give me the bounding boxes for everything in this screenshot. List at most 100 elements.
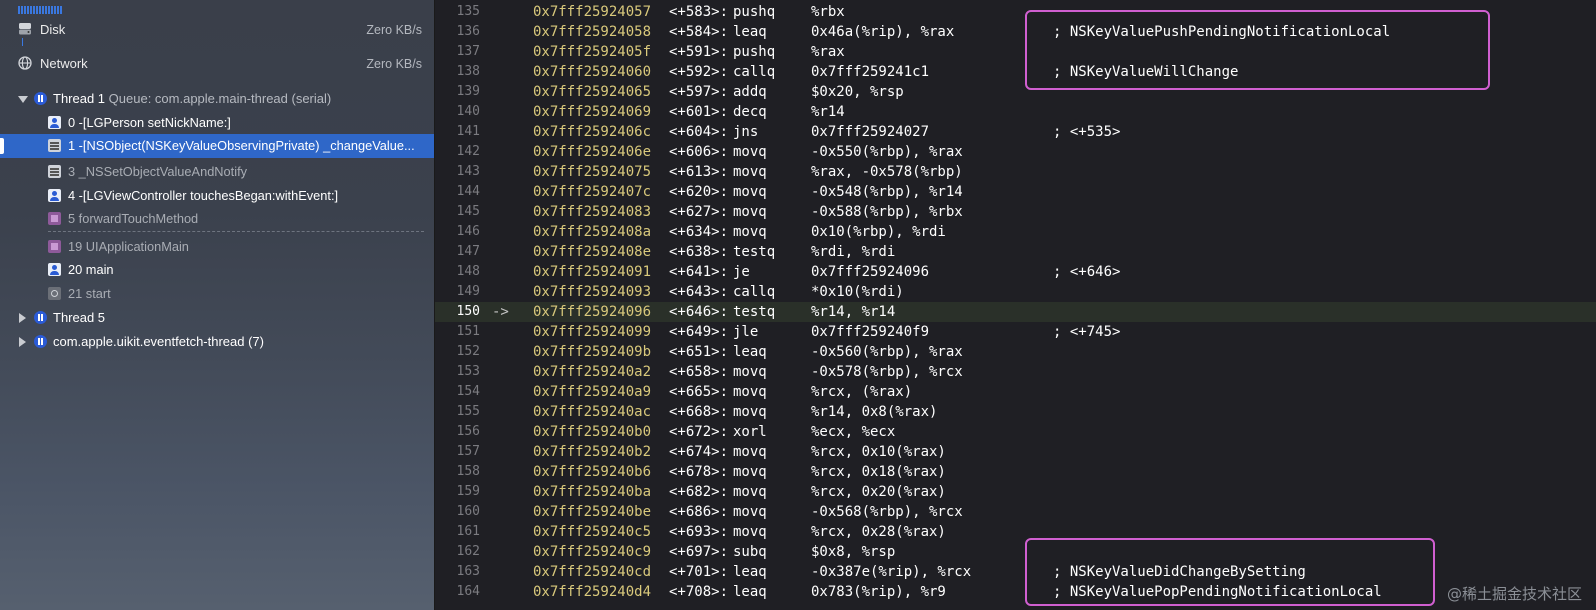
- disassembly-editor[interactable]: 164 0x7fff259240d4 <+708>: leaq 0x783(%rip),…: [435, 0, 1596, 610]
- operands: -0x578(%rbp), %rcx: [811, 364, 963, 380]
- address: 0x7fff2592406c: [533, 124, 652, 140]
- address: 0x7fff25924093: [533, 284, 652, 300]
- eventfetch-thread-row[interactable]: com.apple.uikit.eventfetch-thread (7): [0, 330, 434, 354]
- offset: <+665>:: [669, 384, 729, 400]
- pc-arrow: ->: [492, 304, 509, 320]
- offset: <+638>:: [669, 244, 729, 260]
- offset: <+634>:: [669, 224, 729, 240]
- thread-5-title: Thread 5: [53, 310, 106, 325]
- offset: <+641>:: [669, 264, 729, 280]
- address: 0x7fff259240b6: [533, 464, 652, 480]
- disassembly-line[interactable]: 152 0x7fff2592409b <+651>: leaq -0x560(%rbp)…: [435, 342, 1596, 362]
- disassembly-line[interactable]: 140 0x7fff25924069 <+601>: decq %r14: [435, 102, 1596, 122]
- mnemonic: leaq: [733, 24, 767, 40]
- network-icon: [18, 56, 32, 70]
- disk-label: Disk: [40, 22, 66, 37]
- offset: <+674>:: [669, 444, 729, 460]
- offset: <+651>:: [669, 344, 729, 360]
- disassembly-line[interactable]: 146 0x7fff2592408a <+634>: movq 0x10(%rbp), …: [435, 222, 1596, 242]
- disclosure-closed-icon[interactable]: [19, 337, 26, 347]
- stack-frame-label: 20 main: [68, 262, 114, 277]
- stack-frame-row[interactable]: 20 main: [0, 258, 434, 282]
- disk-gauge-row[interactable]: Disk Zero KB/s: [0, 19, 434, 49]
- stack-frame-row[interactable]: 19 UIApplicationMain: [0, 235, 434, 259]
- operands: %r14, %r14: [811, 304, 896, 320]
- highlight-box-bottom: [1025, 538, 1435, 606]
- disassembly-line[interactable]: 157 0x7fff259240b2 <+674>: movq %rcx, 0x10(%…: [435, 442, 1596, 462]
- disclosure-closed-icon[interactable]: [19, 313, 26, 323]
- mnemonic: leaq: [733, 344, 767, 360]
- offset: <+613>:: [669, 164, 729, 180]
- network-gauge-row[interactable]: Network Zero KB/s: [0, 53, 434, 83]
- address: 0x7fff259240a9: [533, 384, 652, 400]
- frames-collapsed-divider: [48, 231, 424, 233]
- disassembly-line[interactable]: 151 0x7fff25924099 <+649>: jle 0x7fff259240f…: [435, 322, 1596, 342]
- operands: %rcx, 0x28(%rax): [811, 524, 946, 540]
- address: 0x7fff259240b2: [533, 444, 652, 460]
- offset: <+627>:: [669, 204, 729, 220]
- offset: <+658>:: [669, 364, 729, 380]
- operands: -0x387e(%rip), %rcx: [811, 564, 972, 580]
- comment: ; <+745>: [1053, 324, 1121, 340]
- thread-1-row[interactable]: Thread 1 Queue: com.apple.main-thread (s…: [0, 87, 434, 111]
- offset: <+606>:: [669, 144, 729, 160]
- mnemonic: movq: [733, 164, 767, 180]
- disassembly-line[interactable]: 158 0x7fff259240b6 <+678>: movq %rcx, 0x18(%…: [435, 462, 1596, 482]
- operands: 0x7fff25924096: [811, 264, 930, 280]
- disk-gauge-tick: [22, 38, 23, 46]
- offset: <+620>:: [669, 184, 729, 200]
- mnemonic: pushq: [733, 44, 776, 60]
- mnemonic: movq: [733, 204, 767, 220]
- operands: %rcx, 0x20(%rax): [811, 484, 946, 500]
- mnemonic: movq: [733, 224, 767, 240]
- stack-frame-row[interactable]: 21 start: [0, 282, 434, 306]
- disassembly-line[interactable]: 154 0x7fff259240a9 <+665>: movq %rcx, (%rax): [435, 382, 1596, 402]
- uikit-frame-icon: [48, 240, 61, 253]
- disassembly-line[interactable]: 148 0x7fff25924091 <+641>: je 0x7fff25924096…: [435, 262, 1596, 282]
- mnemonic: leaq: [733, 564, 767, 580]
- stack-frame-row[interactable]: 5 forwardTouchMethod: [0, 207, 434, 231]
- disassembly-line-current[interactable]: 150 -> 0x7fff25924096 <+646>: testq %r14, %r1…: [435, 302, 1596, 322]
- offset: <+591>:: [669, 44, 729, 60]
- disassembly-line[interactable]: 142 0x7fff2592406e <+606>: movq -0x550(%rbp)…: [435, 142, 1596, 162]
- disassembly-line[interactable]: 153 0x7fff259240a2 <+658>: movq -0x578(%rbp)…: [435, 362, 1596, 382]
- stack-frame-row[interactable]: 0 -[LGPerson setNickName:]: [0, 111, 434, 135]
- mnemonic: movq: [733, 444, 767, 460]
- thread-icon: [34, 335, 47, 348]
- stack-frame-row[interactable]: 3 _NSSetObjectValueAndNotify: [0, 160, 434, 184]
- stack-frame-row[interactable]: 4 -[LGViewController touchesBegan:withEv…: [0, 184, 434, 208]
- disassembly-line[interactable]: 160 0x7fff259240be <+686>: movq -0x568(%rbp)…: [435, 502, 1596, 522]
- mnemonic: movq: [733, 184, 767, 200]
- line-number: 144: [456, 184, 480, 199]
- thread-icon: [34, 92, 47, 105]
- mnemonic: leaq: [733, 584, 767, 600]
- debug-navigator: Disk Zero KB/s Network Zero KB/s Thread …: [0, 0, 435, 610]
- disassembly-line[interactable]: 149 0x7fff25924093 <+643>: callq *0x10(%rdi): [435, 282, 1596, 302]
- disclosure-open-icon[interactable]: [18, 96, 28, 103]
- disassembly-line[interactable]: 144 0x7fff2592407c <+620>: movq -0x548(%rbp)…: [435, 182, 1596, 202]
- thread-icon: [34, 311, 47, 324]
- disassembly-line[interactable]: 156 0x7fff259240b0 <+672>: xorl %ecx, %ecx: [435, 422, 1596, 442]
- mnemonic: movq: [733, 364, 767, 380]
- operands: -0x588(%rbp), %rbx: [811, 204, 963, 220]
- line-number: 135: [456, 4, 480, 19]
- disassembly-line[interactable]: 143 0x7fff25924075 <+613>: movq %rax, -0x578…: [435, 162, 1596, 182]
- disassembly-line[interactable]: 159 0x7fff259240ba <+682>: movq %rcx, 0x20(%…: [435, 482, 1596, 502]
- stack-frame-row-selected[interactable]: 1 -[NSObject(NSKeyValueObservingPrivate)…: [0, 134, 434, 158]
- address: 0x7fff2592408a: [533, 224, 652, 240]
- system-frame-icon: [48, 139, 61, 152]
- offset: <+646>:: [669, 304, 729, 320]
- operands: %r14: [811, 104, 845, 120]
- stack-frame-label: 3 _NSSetObjectValueAndNotify: [68, 164, 248, 179]
- offset: <+604>:: [669, 124, 729, 140]
- user-frame-icon: [48, 189, 61, 202]
- mnemonic: jns: [733, 124, 759, 140]
- disassembly-line[interactable]: 155 0x7fff259240ac <+668>: movq %r14, 0x8(%r…: [435, 402, 1596, 422]
- thread-5-row[interactable]: Thread 5: [0, 306, 434, 330]
- disassembly-line[interactable]: 141 0x7fff2592406c <+604>: jns 0x7fff2592402…: [435, 122, 1596, 142]
- disassembly-line[interactable]: 145 0x7fff25924083 <+627>: movq -0x588(%rbp)…: [435, 202, 1596, 222]
- line-number: 148: [456, 264, 480, 279]
- disassembly-line[interactable]: 147 0x7fff2592408e <+638>: testq %rdi, %rdi: [435, 242, 1596, 262]
- network-value: Zero KB/s: [366, 57, 422, 71]
- address: 0x7fff2592405f: [533, 44, 652, 60]
